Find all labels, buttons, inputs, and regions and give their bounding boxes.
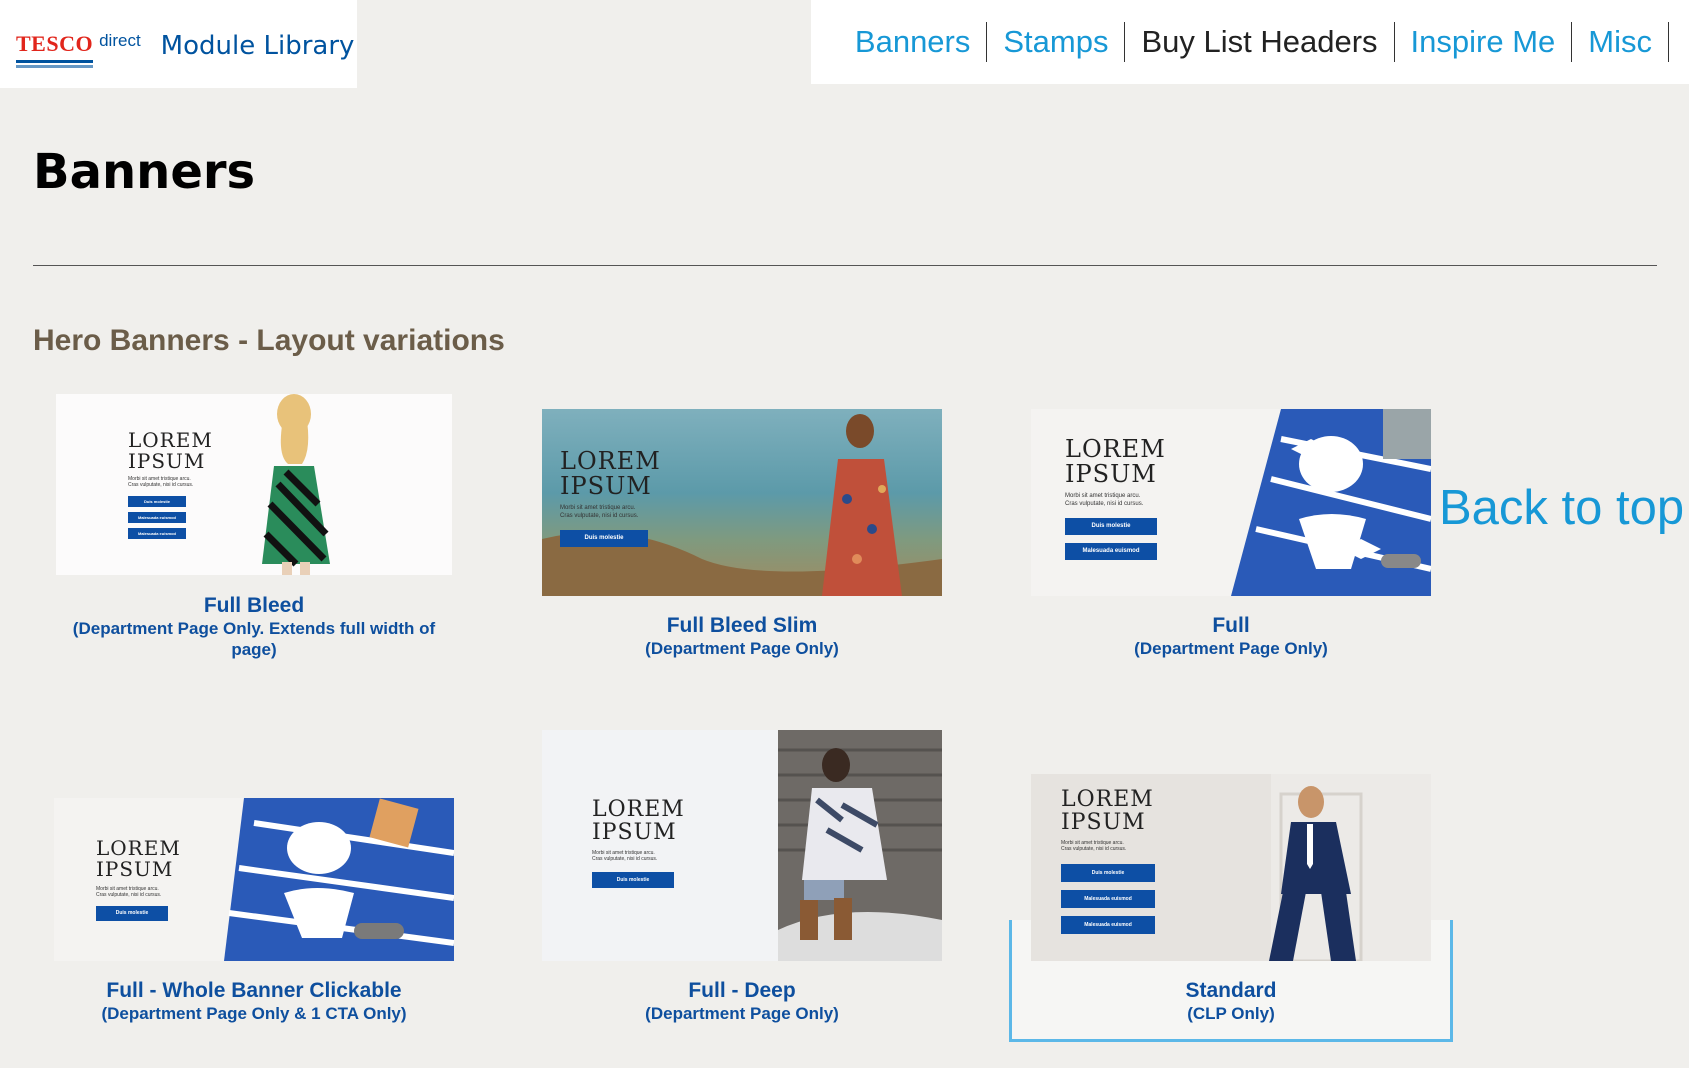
banner-thumbnail: LOREM IPSUM Morbi sit amet tristique arcu… (56, 394, 452, 575)
banner-headline-2: IPSUM (592, 820, 677, 846)
banner-body-2: Cras vulputate, nisi id cursus. (128, 482, 194, 488)
nav-buy-list-headers[interactable]: Buy List Headers (1125, 22, 1395, 62)
cta-button: Malesuada euismod (1065, 542, 1157, 560)
card-full-bleed-slim[interactable]: LOREM IPSUM Morbi sit amet tristique arcu… (542, 409, 942, 659)
card-subtitle: (Department Page Only) (645, 639, 839, 658)
cta-button: Malesuada euismod (1061, 890, 1155, 909)
card-full-bleed[interactable]: LOREM IPSUM Morbi sit amet tristique arcu… (56, 394, 452, 664)
cta-button: Malesuada euismod (128, 528, 186, 539)
card-subtitle: (Department Page Only & 1 CTA Only) (101, 1004, 407, 1023)
banner-headline-2: IPSUM (1065, 460, 1157, 489)
card-subtitle: (Department Page Only. Extends full widt… (72, 619, 436, 659)
banner-thumbnail: LOREM IPSUM Morbi sit amet tristique arcu… (54, 798, 454, 961)
top-nav: Banners Stamps Buy List Headers Inspire … (811, 0, 1689, 84)
cta-button: Malesuada euismod (1061, 916, 1155, 935)
card-title: Standard (1185, 979, 1277, 1002)
banner-body-2: Cras vulputate, nisi id cursus. (1061, 846, 1127, 853)
card-standard[interactable]: LOREM IPSUM Morbi sit amet tristique arcu… (1009, 774, 1453, 1044)
banner-body-1: Morbi sit amet tristique arcu. (560, 505, 636, 512)
cta-button: Duis molestie (592, 872, 674, 889)
banner-headline-2: IPSUM (560, 472, 652, 501)
card-full-whole-banner-clickable[interactable]: LOREM IPSUM Morbi sit amet tristique arcu… (54, 798, 454, 1028)
cta-button: Duis molestie (128, 496, 186, 507)
tesco-direct-label: direct (99, 31, 141, 50)
brand-logo[interactable]: TESCO direct Module Library (0, 0, 357, 88)
card-subtitle: (Department Page Only) (645, 1004, 839, 1023)
page-title: Banners (33, 144, 256, 200)
banner-headline-1: LOREM (560, 447, 661, 475)
nav-inspire-me[interactable]: Inspire Me (1395, 22, 1573, 62)
banner-headline-1: LOREM (1065, 435, 1166, 463)
banner-body-2: Cras vulputate, nisi id cursus. (592, 856, 658, 863)
banner-body-1: Morbi sit amet tristique arcu. (1065, 493, 1141, 500)
banner-headline-1: LOREM (1061, 787, 1154, 812)
banner-headline-2: IPSUM (128, 449, 206, 473)
cta-button: Malesuada euismod (128, 512, 186, 523)
library-title: Module Library (160, 31, 355, 61)
section-title: Hero Banners - Layout variations (33, 324, 505, 357)
banner-body-2: Cras vulputate, nisi id cursus. (560, 512, 639, 519)
card-full[interactable]: LOREM IPSUM Morbi sit amet tristique arcu… (1031, 409, 1431, 659)
banner-thumbnail: LOREM IPSUM Morbi sit amet tristique arcu… (1031, 774, 1431, 961)
banner-headline-2: IPSUM (1061, 810, 1146, 836)
banner-headline-1: LOREM (592, 797, 685, 822)
card-title: Full Bleed (203, 594, 305, 617)
banner-body-2: Cras vulputate, nisi id cursus. (1065, 500, 1144, 507)
banner-thumbnail: LOREM IPSUM Morbi sit amet tristique arcu… (542, 409, 942, 596)
cta-button: Duis molestie (1061, 864, 1155, 883)
cta-button: Duis molestie (96, 906, 168, 921)
nav-banners[interactable]: Banners (839, 22, 988, 62)
card-subtitle: (Department Page Only) (1134, 639, 1328, 658)
card-title: Full (1212, 614, 1250, 637)
banner-thumbnail: LOREM IPSUM Morbi sit amet tristique arcu… (1031, 409, 1431, 596)
card-full-deep[interactable]: LOREM IPSUM Morbi sit amet tristique arcu… (542, 730, 942, 1030)
cta-button: Duis molestie (1065, 517, 1157, 535)
card-title: Full - Whole Banner Clickable (106, 979, 402, 1002)
model-figure (262, 394, 330, 575)
banner-headline-2: IPSUM (96, 857, 174, 881)
nav-misc[interactable]: Misc (1572, 22, 1669, 62)
card-title: Full - Deep (688, 979, 796, 1002)
cta-button: Duis molestie (560, 529, 648, 547)
card-title: Full Bleed Slim (666, 614, 818, 637)
tesco-logo: TESCO (16, 31, 94, 68)
banner-body-2: Cras vulputate, nisi id cursus. (96, 892, 162, 898)
back-to-top-link[interactable]: Back to top (1439, 480, 1684, 536)
nav-stamps[interactable]: Stamps (987, 22, 1126, 62)
banner-thumbnail: LOREM IPSUM Morbi sit amet tristique arcu… (542, 730, 942, 961)
card-subtitle: (CLP Only) (1187, 1004, 1275, 1023)
divider (33, 265, 1657, 266)
